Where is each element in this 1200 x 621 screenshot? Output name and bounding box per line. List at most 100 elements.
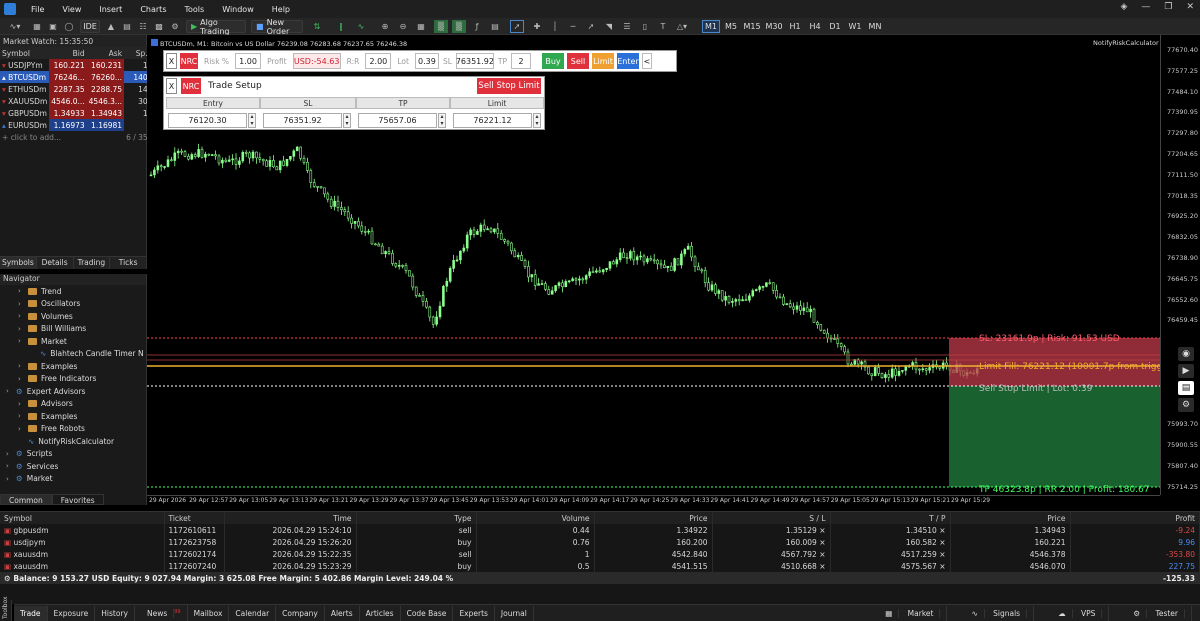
shapes-icon[interactable]: ▯ — [638, 20, 652, 33]
tab-symbols[interactable]: Symbols — [0, 257, 37, 269]
col-bid[interactable]: Bid — [49, 47, 87, 59]
tf-m5[interactable]: M5 — [722, 20, 740, 33]
navigator-item[interactable]: ∿ Blahtech Candle Timer N — [0, 348, 146, 361]
col-current-price[interactable]: Price — [950, 512, 1071, 524]
navigator-item[interactable]: › Free Robots — [0, 423, 146, 436]
tf-h4[interactable]: H4 — [806, 20, 824, 33]
tf-mn[interactable]: MN — [866, 20, 884, 33]
sl-spinner[interactable]: ▴ ▾ — [343, 113, 351, 128]
tab-mailbox[interactable]: Mailbox — [188, 605, 230, 621]
buy-button[interactable]: Buy — [542, 53, 564, 69]
navigator-item[interactable]: ∿ NotifyRiskCalculator — [0, 435, 146, 448]
market-status[interactable]: ▦ Market — [873, 605, 948, 621]
navigator-item[interactable]: › Examples — [0, 360, 146, 373]
menu-window[interactable]: Window — [213, 5, 263, 14]
sl-input[interactable]: 76351.92 — [263, 113, 342, 128]
tab-company[interactable]: Company — [276, 605, 325, 621]
ide-button[interactable]: IDE — [80, 20, 100, 33]
tile-windows-icon[interactable]: ▦ — [414, 20, 428, 33]
sell-button[interactable]: Sell — [567, 53, 589, 69]
chevron-right-icon[interactable]: › — [6, 450, 16, 458]
vps-status[interactable]: ☁ VPS — [1046, 605, 1110, 621]
trendline-icon[interactable]: ➚ — [584, 20, 598, 33]
entry-spinner[interactable]: ▴ ▾ — [248, 113, 256, 128]
entry-input[interactable]: 76120.30 — [168, 113, 247, 128]
symbol-row[interactable]: ▾ XAUUSDm 4546.0... 4546.3... 308 — [0, 95, 154, 107]
tab-articles[interactable]: Articles — [360, 605, 401, 621]
symbol-row[interactable]: ▾ GBPUSDm 1.34933 1.34943 10 — [0, 107, 154, 119]
add-symbol-row[interactable]: + click to add... 6 / 351 — [0, 131, 154, 143]
col-ticket[interactable]: Ticket — [164, 512, 225, 524]
limit-spinner[interactable]: ▴ ▾ — [533, 113, 541, 128]
navigator-item[interactable]: › Bill Williams — [0, 323, 146, 336]
tp-spinner[interactable]: ▴ ▾ — [438, 113, 446, 128]
risk-input[interactable]: 1.00 — [235, 53, 262, 69]
rr-input[interactable]: 2.00 — [365, 53, 392, 69]
remove-level-icon[interactable]: × — [937, 538, 945, 547]
tab-common[interactable]: Common — [0, 494, 52, 505]
remove-level-icon[interactable]: × — [817, 526, 825, 535]
navigator-icon[interactable]: ⚙ — [168, 20, 182, 33]
spin-down-icon[interactable]: ▾ — [345, 120, 348, 127]
minimize-icon[interactable]: — — [1141, 2, 1150, 12]
auto-scroll-icon[interactable]: ▒ — [434, 20, 448, 33]
menu-charts[interactable]: Charts — [131, 5, 175, 14]
video-icon[interactable]: ▶ — [1178, 364, 1194, 378]
position-row[interactable]: ▣ usdjpym 1172623758 2026.04.29 15:26:20 bu… — [0, 536, 1200, 548]
tab-code-base[interactable]: Code Base — [401, 605, 454, 621]
navigator-item[interactable]: › ⚙ Market — [0, 473, 146, 486]
chevron-right-icon[interactable]: › — [18, 300, 28, 308]
tf-d1[interactable]: D1 — [826, 20, 844, 33]
col-ask[interactable]: Ask — [86, 47, 125, 59]
remove-level-icon[interactable]: × — [937, 526, 945, 535]
tp-input[interactable]: 75657.06 — [358, 113, 437, 128]
navigator-item[interactable]: › Market — [0, 335, 146, 348]
cursor-icon[interactable]: ➚ — [510, 20, 524, 33]
spin-down-icon[interactable]: ▾ — [440, 120, 443, 127]
notification-icon[interactable]: ◈ — [1120, 2, 1127, 12]
menu-view[interactable]: View — [53, 5, 90, 14]
nrc-close-button[interactable]: X — [166, 53, 177, 69]
market-watch-icon[interactable]: ◯ — [62, 20, 76, 33]
tf-m30[interactable]: M30 — [764, 20, 784, 33]
camera-icon[interactable]: ◉ — [1178, 347, 1194, 361]
setup-close-button[interactable]: X — [166, 78, 177, 94]
chevron-right-icon[interactable]: › — [18, 312, 28, 320]
price-axis[interactable]: 77670.40 77577.25 77484.10 77390.95 77297.80… — [1160, 35, 1200, 495]
col-type[interactable]: Type — [356, 512, 477, 524]
menu-insert[interactable]: Insert — [90, 5, 131, 14]
navigator-item[interactable]: › Volumes — [0, 310, 146, 323]
chevron-right-icon[interactable]: › — [18, 362, 28, 370]
spin-down-icon[interactable]: ▾ — [250, 120, 253, 127]
tab-ticks[interactable]: Ticks — [110, 257, 147, 269]
menu-help[interactable]: Help — [263, 5, 299, 14]
tab-details[interactable]: Details — [37, 257, 74, 269]
strategy-icon[interactable]: ▲ — [104, 20, 118, 33]
tab-favorites[interactable]: Favorites — [51, 494, 104, 505]
signals-status[interactable]: ∿ Signals — [959, 605, 1035, 621]
symbol-row[interactable]: ▾ USDJPYm 160.221 160.231 10 — [0, 59, 154, 71]
chevron-right-icon[interactable]: › — [18, 425, 28, 433]
sell-stop-limit-button[interactable]: Sell Stop Limit — [477, 78, 541, 94]
remove-level-icon[interactable]: × — [817, 550, 825, 559]
chevron-right-icon[interactable]: › — [6, 475, 16, 483]
remove-level-icon[interactable]: × — [937, 550, 945, 559]
position-row[interactable]: ▣ xauusdm 1172607240 2026.04.29 15:23:29 bu… — [0, 560, 1200, 572]
col-time[interactable]: Time — [224, 512, 357, 524]
col-price[interactable]: Price — [594, 512, 713, 524]
sl-input[interactable]: 76351.92 — [456, 53, 494, 69]
tp-input[interactable]: 2 — [511, 53, 531, 69]
col-symbol[interactable]: Symbol — [0, 512, 165, 524]
tab-exposure[interactable]: Exposure — [48, 605, 96, 621]
new-chart-icon[interactable]: ▦ — [30, 20, 44, 33]
lot-input[interactable]: 0.39 — [414, 53, 439, 69]
tf-m15[interactable]: M15 — [742, 20, 762, 33]
algo-trading-button[interactable]: ▶ Algo Trading — [186, 18, 246, 36]
menu-file[interactable]: File — [22, 5, 53, 14]
symbol-row[interactable]: ▴ EURUSDm 1.16973 1.16981 8 — [0, 119, 154, 131]
tab-experts[interactable]: Experts — [453, 605, 495, 621]
navigator-item[interactable]: › Advisors — [0, 398, 146, 411]
col-sl[interactable]: S / L — [712, 512, 831, 524]
navigator-item[interactable]: › Trend — [0, 285, 146, 298]
menu-tools[interactable]: Tools — [175, 5, 213, 14]
